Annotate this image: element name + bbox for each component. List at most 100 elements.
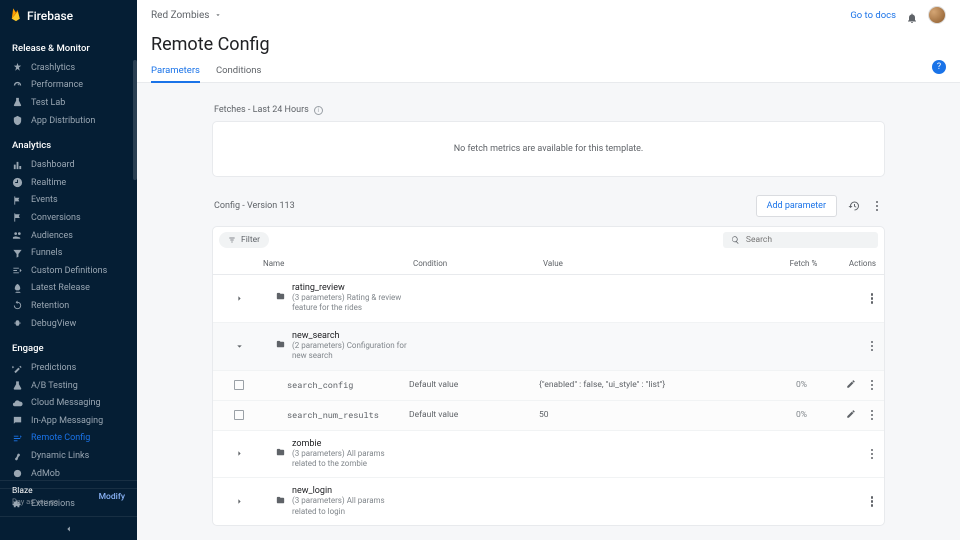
filter-button[interactable]: Filter bbox=[219, 232, 269, 248]
sidebar-collapse-button[interactable] bbox=[0, 516, 137, 540]
param-row[interactable]: search_config Default value {"enabled" :… bbox=[213, 371, 884, 401]
clock-icon bbox=[12, 177, 23, 188]
sidebar-item-latestrel[interactable]: Latest Release bbox=[0, 280, 137, 298]
plan-box: Blaze Pay as you go Modify bbox=[0, 480, 137, 512]
dist-icon bbox=[12, 115, 23, 126]
sidebar-item-realtime[interactable]: Realtime bbox=[0, 174, 137, 192]
group-row[interactable]: new_search(2 parameters) Configuration f… bbox=[213, 323, 884, 371]
sidebar-item-predictions[interactable]: Predictions bbox=[0, 359, 137, 377]
chevron-down-icon[interactable] bbox=[235, 342, 244, 351]
admob-icon bbox=[12, 468, 23, 479]
group-row[interactable]: new_login(3 parameters) All params relat… bbox=[213, 478, 884, 525]
row-more-button[interactable] bbox=[866, 380, 878, 391]
help-button[interactable]: ? bbox=[932, 60, 946, 74]
history-button[interactable] bbox=[844, 196, 864, 216]
wand-icon bbox=[12, 363, 23, 374]
funnel-icon bbox=[12, 248, 23, 259]
cloud-icon bbox=[12, 398, 23, 409]
sidebar-heading-analytics[interactable]: Analytics bbox=[0, 129, 137, 156]
folder-icon bbox=[275, 291, 286, 305]
sidebar-item-dynlinks[interactable]: Dynamic Links bbox=[0, 447, 137, 465]
plan-name: Blaze bbox=[12, 486, 58, 497]
group-row[interactable]: zombie(3 parameters) All params related … bbox=[213, 431, 884, 479]
rocket-icon bbox=[12, 283, 23, 294]
fetches-label: Fetches - Last 24 Hours i bbox=[214, 105, 885, 115]
params-table: Filter Name Condition Value Fetch % bbox=[212, 226, 885, 526]
sidebar-item-cloudmsg[interactable]: Cloud Messaging bbox=[0, 395, 137, 413]
edit-button[interactable] bbox=[846, 409, 856, 422]
sidebar-heading-release[interactable]: Release & Monitor bbox=[0, 32, 137, 59]
folder-icon bbox=[275, 495, 286, 509]
chevron-right-icon[interactable] bbox=[235, 497, 244, 506]
folder-icon bbox=[275, 447, 286, 461]
page-header: Remote Config Parameters Conditions ? bbox=[137, 30, 960, 83]
plan-modify-button[interactable]: Modify bbox=[99, 492, 125, 502]
topbar: Red Zombies Go to docs bbox=[137, 0, 960, 30]
row-checkbox[interactable] bbox=[234, 410, 244, 420]
sidebar-item-debugview[interactable]: DebugView bbox=[0, 315, 137, 333]
avatar[interactable] bbox=[928, 6, 946, 24]
project-switcher[interactable]: Red Zombies bbox=[151, 10, 222, 21]
sidebar-item-conversions[interactable]: Conversions bbox=[0, 209, 137, 227]
config-version: Config - Version 113 bbox=[214, 201, 295, 211]
sidebar-item-abtesting[interactable]: A/B Testing bbox=[0, 377, 137, 395]
crash-icon bbox=[12, 62, 23, 73]
row-more-button[interactable] bbox=[866, 341, 878, 352]
flag-icon bbox=[12, 195, 23, 206]
sidebar-heading-engage[interactable]: Engage bbox=[0, 332, 137, 359]
chart-icon bbox=[12, 160, 23, 171]
sidebar-item-funnels[interactable]: Funnels bbox=[0, 244, 137, 262]
sidebar-item-appdist[interactable]: App Distribution bbox=[0, 112, 137, 130]
notifications-button[interactable] bbox=[906, 9, 918, 21]
speed-icon bbox=[12, 80, 23, 91]
sidebar-item-customdef[interactable]: Custom Definitions bbox=[0, 262, 137, 280]
sidebar-item-testlab[interactable]: Test Lab bbox=[0, 94, 137, 112]
sidebar-item-remoteconfig[interactable]: Remote Config bbox=[0, 430, 137, 448]
page-title: Remote Config bbox=[151, 34, 946, 55]
edit-button[interactable] bbox=[846, 379, 856, 392]
sidebar-item-crashlytics[interactable]: Crashlytics bbox=[0, 59, 137, 77]
table-header: Name Condition Value Fetch % Actions bbox=[213, 253, 884, 275]
firebase-flame-icon bbox=[10, 7, 22, 25]
row-more-button[interactable] bbox=[866, 496, 878, 507]
content: Fetches - Last 24 Hours i No fetch metri… bbox=[137, 83, 960, 540]
add-parameter-button[interactable]: Add parameter bbox=[756, 195, 837, 217]
group-row[interactable]: rating_review(3 parameters) Rating & rev… bbox=[213, 275, 884, 323]
folder-icon bbox=[275, 339, 286, 353]
chevron-down-icon bbox=[214, 11, 222, 19]
tab-parameters[interactable]: Parameters bbox=[151, 59, 200, 82]
config-more-button[interactable] bbox=[871, 201, 883, 212]
chevron-right-icon[interactable] bbox=[235, 294, 244, 303]
brand-name: Firebase bbox=[27, 9, 73, 23]
sidebar-item-dashboard[interactable]: Dashboard bbox=[0, 156, 137, 174]
info-icon[interactable]: i bbox=[314, 106, 323, 115]
row-more-button[interactable] bbox=[866, 293, 878, 304]
bug-icon bbox=[12, 318, 23, 329]
flag2-icon bbox=[12, 212, 23, 223]
ab-icon bbox=[12, 380, 23, 391]
tab-conditions[interactable]: Conditions bbox=[216, 59, 262, 82]
sidebar: Firebase Release & Monitor Crashlytics P… bbox=[0, 0, 137, 540]
sidebar-item-audiences[interactable]: Audiences bbox=[0, 227, 137, 245]
sidebar-item-retention[interactable]: Retention bbox=[0, 297, 137, 315]
plan-sub: Pay as you go bbox=[12, 497, 58, 507]
row-checkbox[interactable] bbox=[234, 380, 244, 390]
search-icon bbox=[731, 235, 740, 245]
metrics-card: No fetch metrics are available for this … bbox=[212, 121, 885, 177]
chat-icon bbox=[12, 415, 23, 426]
search-input[interactable] bbox=[746, 235, 870, 245]
search-wrap[interactable] bbox=[723, 232, 878, 248]
docs-link[interactable]: Go to docs bbox=[850, 10, 896, 21]
row-more-button[interactable] bbox=[866, 410, 878, 421]
people-icon bbox=[12, 230, 23, 241]
loop-icon bbox=[12, 300, 23, 311]
chevron-right-icon[interactable] bbox=[235, 449, 244, 458]
row-more-button[interactable] bbox=[866, 449, 878, 460]
flask-icon bbox=[12, 97, 23, 108]
param-row[interactable]: search_num_results Default value 50 0% bbox=[213, 401, 884, 431]
link-icon bbox=[12, 451, 23, 462]
sidebar-item-inappmsg[interactable]: In-App Messaging bbox=[0, 412, 137, 430]
sidebar-item-performance[interactable]: Performance bbox=[0, 77, 137, 95]
sidebar-item-events[interactable]: Events bbox=[0, 192, 137, 210]
brand[interactable]: Firebase bbox=[0, 0, 137, 32]
